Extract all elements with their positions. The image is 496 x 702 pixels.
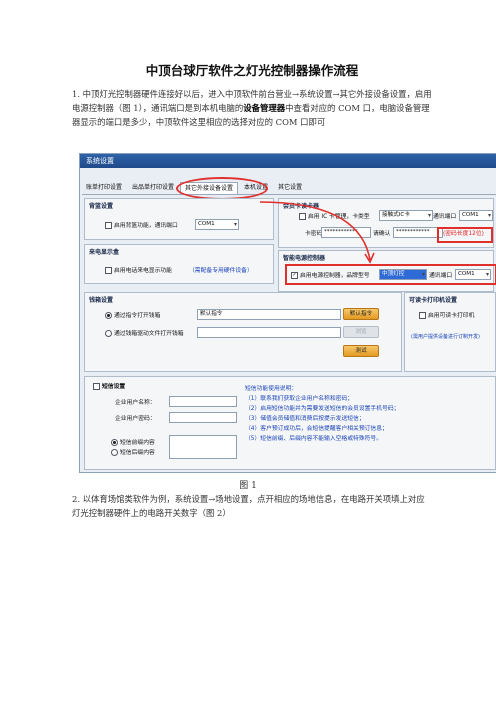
checkbox-icon	[93, 383, 100, 390]
cashbox-radio-driver[interactable]: 通过钱箱驱动文件打开钱箱	[105, 328, 184, 337]
sms-help-title: 短信功能使用说明：	[245, 386, 298, 392]
company-password-label: 企业用户密码：	[115, 416, 156, 422]
sms-help-line: （2）启用短信功能并为需要发送短信的会员设置手机号码；	[245, 406, 400, 412]
card-confirm-input[interactable]: ************	[393, 227, 443, 238]
cashbox-title: 钱箱设置	[89, 297, 114, 304]
cashbox-panel: 钱箱设置 通过指令打开钱箱 默认指令 默认指令 通过钱箱驱动文件打开钱箱 浏览 …	[84, 292, 402, 372]
cashbox-command-input[interactable]: 默认指令	[197, 309, 341, 320]
sms-prefix-radio[interactable]: 短信前缀内容	[111, 437, 155, 446]
caller-id-note: （需配备专用硬件设备）	[189, 268, 253, 274]
card-printer-panel: 可读卡打印机设置 启用可读卡打印机 (需用户提供设备进行订制开发)	[404, 292, 496, 372]
annotation-arrow	[259, 201, 375, 264]
company-password-input[interactable]	[169, 412, 237, 423]
tab-other-settings[interactable]: 其它设置	[274, 182, 306, 194]
document-body: 中顶台球厅软件之灯光控制器操作流程 1. 中顶灯光控制器硬件连接好以后，进入中顶…	[72, 60, 432, 129]
company-name-label: 企业用户名称：	[115, 400, 156, 406]
radio-selected-icon	[105, 312, 112, 319]
sms-content-input[interactable]	[169, 435, 237, 459]
figure-caption: 图 1	[239, 481, 257, 491]
tab-order-print[interactable]: 出品单打印设置	[128, 182, 178, 194]
device-manager-bold: 设备管理器	[243, 103, 286, 113]
step1-paragraph: 1. 中顶灯光控制器硬件连接好以后，进入中顶软件前台营业→系统设置→其它外接设备…	[72, 89, 432, 127]
scale-enable-checkbox[interactable]: 启用背篮功能，通讯端口	[105, 220, 178, 229]
caller-id-title: 来电显示盒	[89, 249, 120, 256]
radio-icon	[111, 449, 118, 456]
radio-selected-icon	[111, 439, 118, 446]
cashbox-driver-input[interactable]	[197, 327, 341, 338]
document-title: 中顶台球厅软件之灯光控制器操作流程	[145, 63, 359, 78]
caller-id-checkbox[interactable]: 启用电话来电显示功能	[105, 265, 172, 274]
checkbox-icon	[105, 267, 112, 274]
caller-id-panel: 来电显示盒 启用电话来电显示功能 （需配备专用硬件设备）	[84, 244, 274, 284]
sms-title[interactable]: 短信设置	[93, 381, 125, 390]
sms-panel: 短信设置 企业用户名称： 企业用户密码： 短信前缀内容 短信后缀内容 短信功能使…	[84, 376, 496, 470]
radio-icon	[105, 330, 112, 337]
sms-help-line: （5）短信前缀、后缀内容不能输入空格或特殊符号。	[245, 436, 383, 442]
scale-panel: 背篮设置 启用背篮功能，通讯端口 COM1	[84, 198, 274, 240]
default-command-button[interactable]: 默认指令	[343, 308, 379, 320]
cashbox-radio-command[interactable]: 通过指令打开钱箱	[105, 310, 160, 319]
card-port-label: 通讯端口	[433, 214, 457, 220]
browse-button[interactable]: 浏览	[343, 326, 379, 338]
card-printer-title: 可读卡打印机设置	[409, 297, 458, 304]
sms-help-line: （4）客户预订成功后，会短信提醒客户相关预订信息；	[245, 426, 388, 432]
window-title: 系统设置	[80, 154, 496, 168]
scale-port-select[interactable]: COM1	[195, 219, 239, 230]
annotation-circle	[176, 177, 268, 200]
scale-panel-title: 背篮设置	[89, 203, 114, 210]
checkbox-icon	[105, 222, 112, 229]
card-printer-checkbox[interactable]: 启用可读卡打印机	[419, 310, 474, 319]
sms-help-line: （1）联系我们获取企业用户名称和密码；	[245, 396, 354, 402]
company-name-input[interactable]	[169, 396, 237, 407]
card-type-select[interactable]: 接触式IC卡	[379, 210, 433, 221]
card-port-select[interactable]: COM1	[459, 210, 493, 221]
step2-paragraph: 2. 以体育场馆类软件为例，系统设置→场地设置，点开相应的场地信息，在电路开关项…	[72, 494, 425, 518]
card-printer-note: (需用户提供设备进行订制开发)	[411, 334, 480, 340]
test-button[interactable]: 测试	[343, 345, 379, 357]
system-settings-screenshot: 系统设置 账单打印设置 出品单打印设置 其它外接设备设置 本机设置 其它设置 背…	[79, 153, 496, 473]
settings-tabs: 账单打印设置 出品单打印设置 其它外接设备设置 本机设置 其它设置	[82, 182, 496, 195]
sms-help-line: （3）储值会员储值和消费后按提示发送短信；	[245, 416, 365, 422]
annotation-box-password	[437, 227, 493, 243]
sms-suffix-radio[interactable]: 短信后缀内容	[111, 447, 155, 456]
tab-bill-print[interactable]: 账单打印设置	[82, 182, 126, 194]
checkbox-icon	[419, 312, 426, 319]
